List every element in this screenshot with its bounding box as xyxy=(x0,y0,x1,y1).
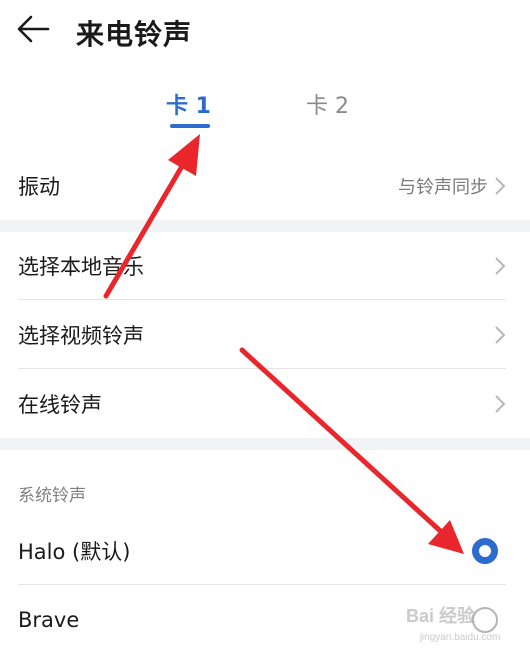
tab-card-1[interactable]: 卡 1 xyxy=(166,88,211,120)
tab-card-2[interactable]: 卡 2 xyxy=(306,88,349,120)
page-title: 来电铃声 xyxy=(76,18,193,51)
vibration-value: 与铃声同步 xyxy=(398,177,488,198)
header: 来电铃声 xyxy=(0,0,530,58)
select-video-ringtone-label: 选择视频铃声 xyxy=(18,324,144,348)
vibration-label: 振动 xyxy=(18,175,60,199)
ringtone-label: Halo (默认) xyxy=(18,540,131,564)
arrow-left-icon xyxy=(17,15,50,43)
ringtone-label: Brave xyxy=(18,608,80,632)
divider xyxy=(18,299,506,300)
system-ringtones-section-label: 系统铃声 xyxy=(18,486,86,506)
back-button[interactable] xyxy=(14,11,52,47)
chevron-right-icon xyxy=(495,257,506,275)
chevron-right-icon xyxy=(495,326,506,344)
select-local-music-row[interactable]: 选择本地音乐 xyxy=(0,232,530,300)
select-local-music-label: 选择本地音乐 xyxy=(18,255,144,279)
section-gap xyxy=(0,220,530,232)
select-video-ringtone-row[interactable]: 选择视频铃声 xyxy=(0,301,530,369)
watermark-url: jingyan.baidu.com xyxy=(419,632,501,643)
chevron-right-icon xyxy=(495,395,506,413)
baidu-jingyan-watermark: Bai 经验 jingyan.baidu.com xyxy=(400,596,520,646)
section-gap xyxy=(0,438,530,450)
watermark-logo: Bai 经验 xyxy=(406,606,476,626)
ringtone-item-halo[interactable]: Halo (默认) xyxy=(0,517,530,585)
online-ringtone-label: 在线铃声 xyxy=(18,393,102,417)
online-ringtone-row[interactable]: 在线铃声 xyxy=(0,370,530,438)
sim-tabs: 卡 1 卡 2 xyxy=(0,88,530,134)
divider xyxy=(18,584,506,585)
chevron-right-icon xyxy=(495,177,506,195)
active-tab-indicator xyxy=(170,124,210,128)
vibration-row[interactable]: 振动 与铃声同步 xyxy=(0,152,530,220)
divider xyxy=(18,368,506,369)
radio-halo[interactable] xyxy=(472,538,498,564)
